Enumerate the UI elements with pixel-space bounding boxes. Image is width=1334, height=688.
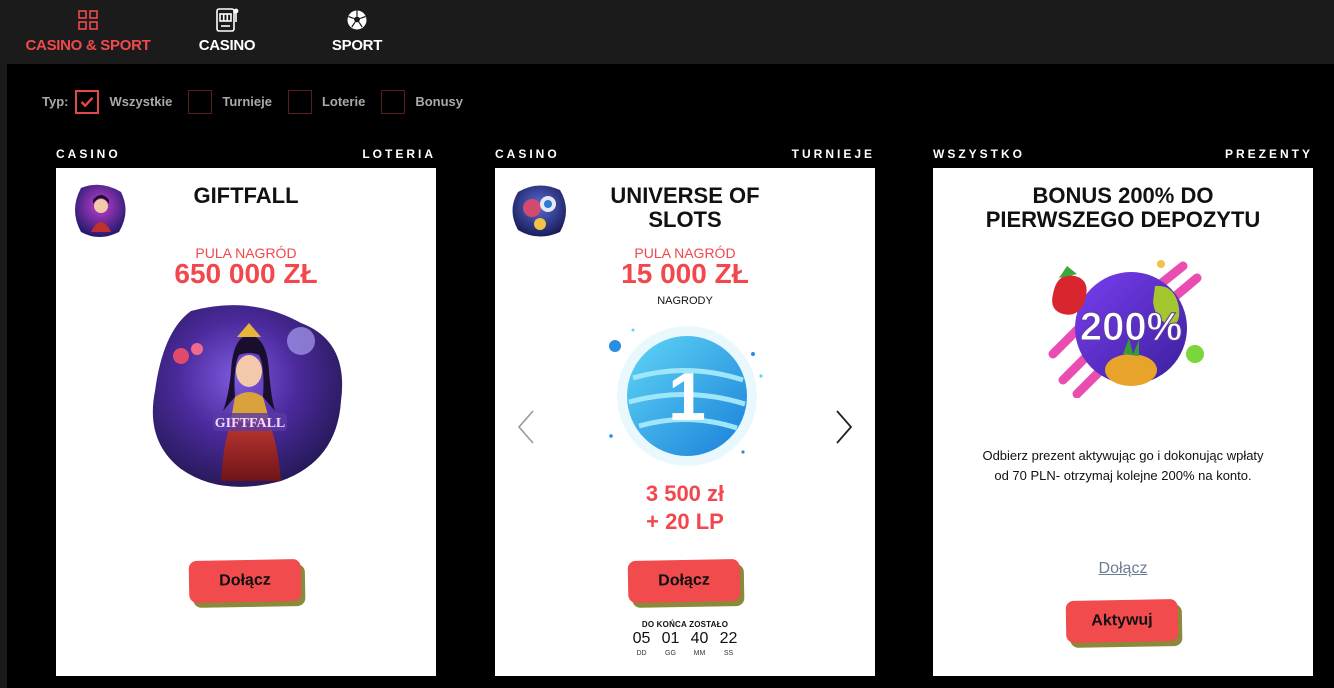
countdown-timer: DO KOŃCA ZOSTAŁO 05 DD 01 GG 40 MM 22 SS <box>495 620 875 657</box>
type-filter-bar: Typ: Wszystkie Turnieje Loterie Bonusy <box>42 89 479 114</box>
grid-icon <box>78 7 98 33</box>
card-category: WSZYSTKO <box>933 147 1025 161</box>
promotions-panel: Typ: Wszystkie Turnieje Loterie Bonusy C… <box>7 64 1334 688</box>
card-type: TURNIEJE <box>791 147 875 161</box>
filter-tournaments[interactable]: Turnieje <box>188 89 272 114</box>
card-title-line1: UNIVERSE OF <box>610 183 760 208</box>
filter-all-label: Wszystkie <box>109 94 173 109</box>
join-button[interactable]: Dołącz <box>188 559 302 603</box>
card-type: PREZENTY <box>1224 147 1313 161</box>
filter-lotteries[interactable]: Loterie <box>287 89 366 114</box>
place-number: 1 <box>668 359 706 435</box>
countdown-label: DO KOŃCA ZOSTAŁO <box>641 620 729 629</box>
soccer-ball-icon <box>346 7 368 33</box>
bonus-200-artwork: 200% <box>1048 260 1204 398</box>
card-category: CASINO <box>56 147 121 161</box>
giftfall-artwork: GIFTFALL <box>152 305 343 487</box>
nav-casino[interactable]: CASINO <box>190 0 264 64</box>
check-icon <box>81 96 94 107</box>
card-title-line2: SLOTS <box>648 207 722 232</box>
card-header-bonus: WSZYSTKO PREZENTY <box>933 147 1313 161</box>
card-title-line2: PIERWSZEGO DEPOZYTU <box>985 207 1261 232</box>
filter-label: Typ: <box>42 94 69 109</box>
bonus-description: Odbierz prezent aktywując go i dokonując… <box>933 446 1313 486</box>
prize-pool-value: 650 000 ZŁ <box>174 258 318 289</box>
prize-pool-value: 15 000 ZŁ <box>621 258 749 289</box>
slot-machine-icon <box>212 7 242 33</box>
card-header-giftfall: CASINO LOTERIA <box>56 147 436 161</box>
card-type: LOTERIA <box>362 147 436 161</box>
nav-casino-sport[interactable]: CASINO & SPORT <box>25 0 151 64</box>
promo-card-universe-of-slots: UNIVERSE OF SLOTS PULA NAGRÓD 15 000 ZŁ … <box>495 168 875 676</box>
card-title-line1: BONUS 200% DO <box>1032 183 1214 208</box>
join-link[interactable]: Dołącz <box>933 560 1313 578</box>
prizes-label: NAGRODY <box>657 295 713 307</box>
checkbox-lotteries[interactable] <box>287 89 312 114</box>
join-button[interactable]: Dołącz <box>627 559 741 603</box>
checkbox-bonuses[interactable] <box>381 89 406 114</box>
top-navigation: CASINO & SPORT CASINO SPORT <box>0 0 1334 64</box>
first-place-badge: 1 <box>609 326 763 466</box>
activate-button[interactable]: Aktywuj <box>1065 599 1179 643</box>
card-title: GIFTFALL <box>193 183 299 208</box>
checkbox-tournaments[interactable] <box>188 89 213 114</box>
filter-bonuses[interactable]: Bonusy <box>381 89 463 114</box>
countdown-seconds: 22 SS <box>719 630 738 657</box>
promo-card-bonus: BONUS 200% DO PIERWSZEGO DEPOZYTU 200% O… <box>933 168 1313 676</box>
filter-lotteries-label: Loterie <box>321 94 366 109</box>
nav-sport[interactable]: SPORT <box>322 0 392 64</box>
prize-points: + 20 LP <box>646 509 724 534</box>
filter-tournaments-label: Turnieje <box>222 94 272 109</box>
nav-label: CASINO <box>198 37 256 54</box>
card-header-universe: CASINO TURNIEJE <box>495 147 875 161</box>
chevron-left-icon[interactable] <box>517 410 535 444</box>
countdown-hours: 01 GG <box>661 630 680 657</box>
giftfall-logo-text: GIFTFALL <box>215 416 286 431</box>
nav-label: CASINO & SPORT <box>25 37 151 54</box>
countdown-minutes: 40 MM <box>690 630 709 657</box>
checkbox-all[interactable] <box>75 89 100 114</box>
filter-all[interactable]: Wszystkie <box>75 89 173 114</box>
promo-card-giftfall: GIFTFALL PULA NAGRÓD 650 000 ZŁ GIFTFALL… <box>56 168 436 676</box>
bonus-description-line2: od 70 PLN- otrzymaj kolejne 200% na kont… <box>994 468 1252 483</box>
chevron-right-icon[interactable] <box>835 410 853 444</box>
bonus-description-line1: Odbierz prezent aktywując go i dokonując… <box>982 448 1264 463</box>
card-category: CASINO <box>495 147 560 161</box>
bonus-percent-text: 200% <box>1080 305 1182 349</box>
countdown-days: 05 DD <box>632 630 651 657</box>
prize-amount: 3 500 zł <box>645 481 725 506</box>
nav-label: SPORT <box>331 37 383 54</box>
filter-bonuses-label: Bonusy <box>415 94 463 109</box>
